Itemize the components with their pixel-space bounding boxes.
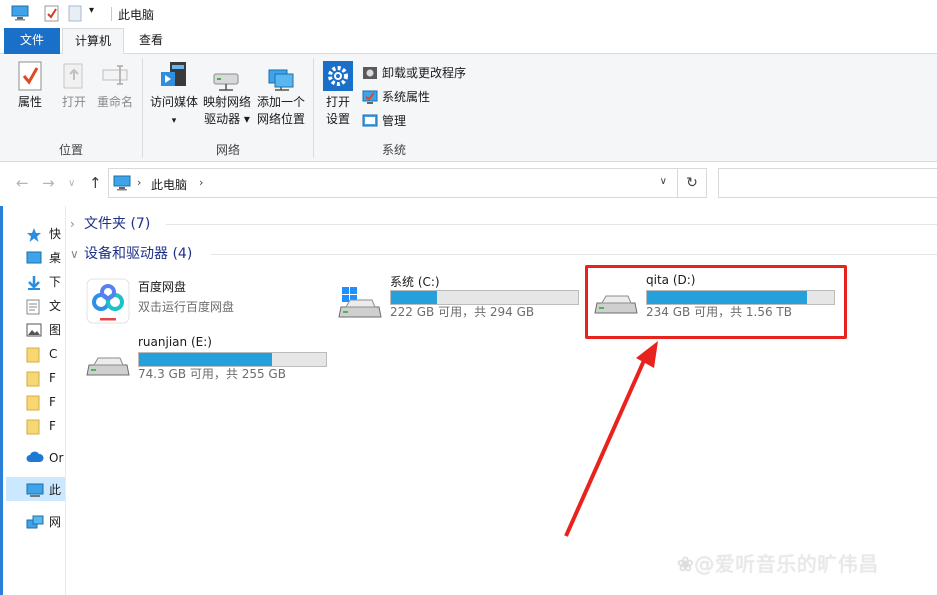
explorer-window: ▾ 此电脑 文件 计算机 查看 属性 打开 重命名 位置 访问媒体 ▾ 映射网络… xyxy=(0,0,937,595)
annotation-arrow-icon xyxy=(564,341,658,537)
watermark-paw-icon: ❀ xyxy=(677,552,695,576)
watermark: ❀@爱听音乐的旷伟昌 xyxy=(677,548,879,577)
watermark-text: @爱听音乐的旷伟昌 xyxy=(694,552,879,576)
